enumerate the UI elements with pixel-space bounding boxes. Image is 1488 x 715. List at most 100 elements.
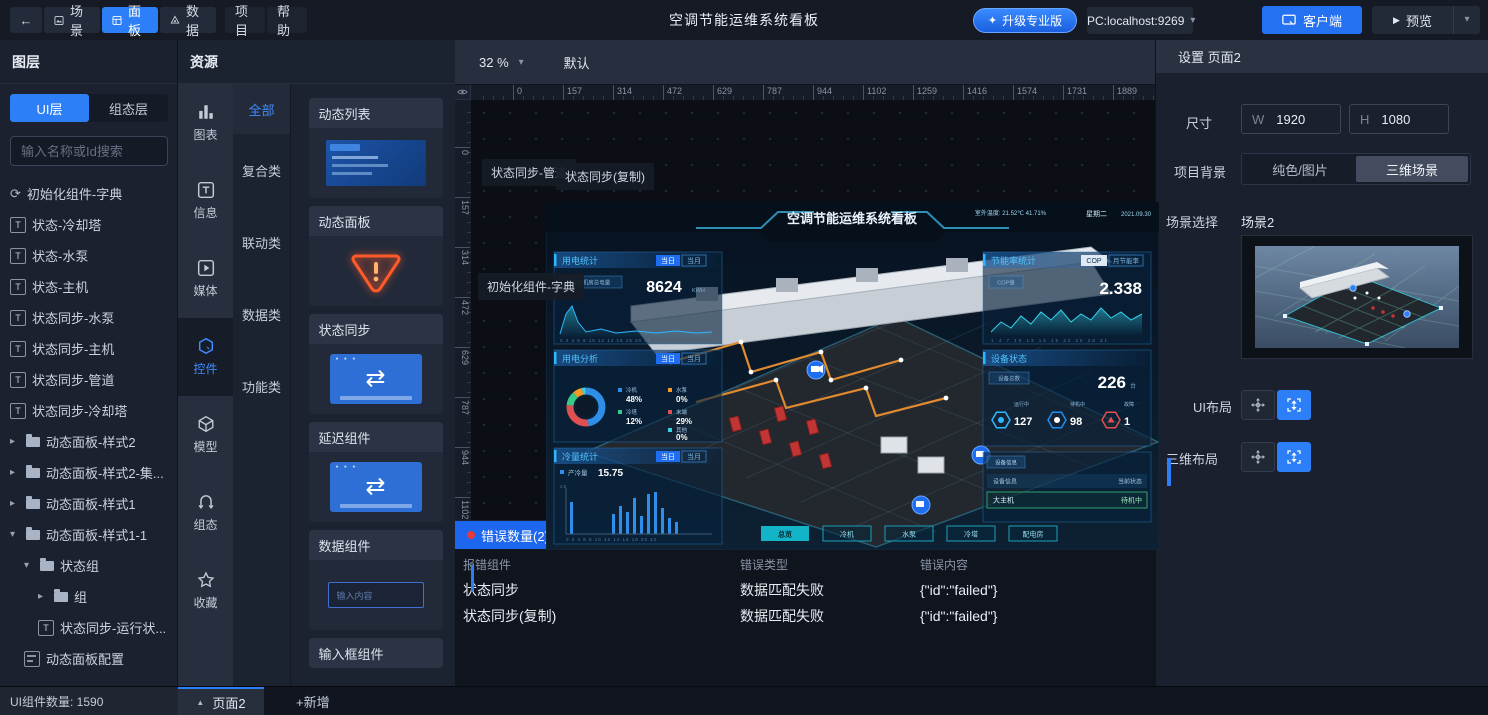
layer-item[interactable]: T状态同步-管道 <box>0 364 178 395</box>
scene-thumbnail-image <box>1255 246 1459 348</box>
layer-item[interactable]: ▾动态面板-样式1-1 <box>0 519 178 550</box>
layer-item[interactable]: T状态同步-冷却塔 <box>0 395 178 426</box>
resource-card[interactable]: 延迟组件⇄ <box>309 422 443 522</box>
height-input[interactable] <box>1379 111 1441 128</box>
debug-table-header: 报错组件 错误类型 错误内容 <box>463 553 1143 575</box>
dashboard-preview[interactable]: 空调节能运维系统看板 室外温度: 21.52℃ 41.71% 星期二 2021.… <box>546 202 1159 550</box>
rail-item-widget[interactable]: 控件 <box>178 318 233 396</box>
ruler-tick: 472 <box>455 297 470 340</box>
error-dot-icon <box>467 531 475 539</box>
rail-item-media[interactable]: 媒体 <box>178 240 233 318</box>
nav-data-button[interactable]: 数据 <box>160 7 216 33</box>
canvas-viewport[interactable]: 状态同步-管道 状态同步(复制) 初始化组件-字典 <box>471 100 1155 560</box>
ruler-tick: 0 <box>513 85 522 100</box>
add-page-button[interactable]: +新增 <box>286 687 340 715</box>
tab-config-layer[interactable]: 组态层 <box>89 94 168 122</box>
scene-thumbnail[interactable] <box>1241 235 1473 359</box>
rail-item-chart[interactable]: 图表 <box>178 84 233 162</box>
layer-list: ⟳初始化组件-字典T状态-冷却塔T状态-水泵T状态-主机T状态同步-水泵T状态同… <box>0 178 178 686</box>
layer-item[interactable]: ▸组 <box>0 581 178 612</box>
arrow-left-icon: ← <box>20 13 33 28</box>
component-chip[interactable]: 初始化组件-字典 <box>478 273 584 300</box>
ui-layout-move-button[interactable] <box>1241 390 1275 420</box>
collapse-icon[interactable]: ▲ <box>196 698 204 707</box>
layer-item-label: 动态面板-样式1 <box>46 494 136 513</box>
back-button[interactable]: ← <box>10 7 42 33</box>
scrollbar-thumb-right[interactable] <box>1167 458 1171 486</box>
svg-text:226: 226 <box>1098 373 1126 392</box>
layer-item[interactable]: ▸动态面板-样式2 <box>0 426 178 457</box>
scene-icon <box>54 14 64 27</box>
host-select[interactable]: PC:localhost:9269 ▾ <box>1087 7 1193 34</box>
rail-item-label: 信息 <box>193 204 217 221</box>
layer-item-label: 状态-主机 <box>32 277 88 296</box>
error-row[interactable]: 状态同步 数据匹配失败 {"id":"failed"} <box>463 577 1143 603</box>
chevron-right-icon[interactable]: ▸ <box>10 498 20 509</box>
bg-option-color-image[interactable]: 纯色/图片 <box>1244 156 1356 182</box>
svg-text:冷机: 冷机 <box>626 386 638 394</box>
layer-item[interactable]: ▾状态组 <box>0 550 178 581</box>
chevron-down-icon[interactable]: ▾ <box>24 560 34 571</box>
scene-nav-buttons[interactable]: 总览 冷机 水泵 冷塔 配电房 <box>761 526 1057 541</box>
scrollbar-thumb-left[interactable] <box>471 565 474 591</box>
ui-layout-label: UI布局 <box>1193 397 1232 416</box>
tab-ui-layer[interactable]: UI层 <box>10 94 89 122</box>
scene-select-value[interactable]: 场景2 <box>1241 212 1274 231</box>
bg-option-3d-scene[interactable]: 三维场景 <box>1356 156 1468 182</box>
resource-card[interactable]: 输入框组件 <box>309 638 443 668</box>
rail-item-info[interactable]: 信息 <box>178 162 233 240</box>
layer-item[interactable]: ▸动态面板-样式2-集... <box>0 457 178 488</box>
layer-item-label: 组 <box>74 587 87 606</box>
layer-item[interactable]: T状态-水泵 <box>0 240 178 271</box>
ruler-eye-toggle[interactable] <box>455 85 471 100</box>
preview-chevron-icon[interactable]: ▾ <box>1453 6 1480 34</box>
resource-card[interactable]: 动态面板 <box>309 206 443 306</box>
resource-card[interactable]: 动态列表 <box>309 98 443 198</box>
component-chip[interactable]: 状态同步(复制) <box>556 163 654 190</box>
chevron-right-icon[interactable]: ▸ <box>10 467 20 478</box>
preview-button[interactable]: ▶ 预览 ▾ <box>1372 6 1480 34</box>
width-input[interactable] <box>1274 111 1336 128</box>
menu-help[interactable]: 帮助 <box>267 7 307 33</box>
category-item[interactable]: 数据类 <box>233 278 290 350</box>
category-item[interactable]: 功能类 <box>233 350 290 422</box>
layer-item[interactable]: T状态同步-主机 <box>0 333 178 364</box>
sparkle-icon: ✦ <box>988 14 997 27</box>
chevron-right-icon[interactable]: ▸ <box>10 436 20 447</box>
resource-card[interactable]: 状态同步⇄ <box>309 314 443 414</box>
layer-item[interactable]: T状态-主机 <box>0 271 178 302</box>
rail-item-model[interactable]: 模型 <box>178 396 233 474</box>
rail-item-fav[interactable]: 收藏 <box>178 552 233 630</box>
client-button[interactable]: 客户端 <box>1262 6 1362 34</box>
category-item[interactable]: 联动类 <box>233 206 290 278</box>
zoom-select[interactable]: 32 % ▾ <box>479 55 530 70</box>
category-item[interactable]: 复合类 <box>233 134 290 206</box>
nav-scene-button[interactable]: 场景 <box>44 7 100 33</box>
chevron-down-icon[interactable]: ▾ <box>10 529 20 540</box>
layer-item[interactable]: 动态面板配置 <box>0 643 178 674</box>
chevron-right-icon[interactable]: ▸ <box>38 591 48 602</box>
page-tab[interactable]: ▲ 页面2 <box>178 687 264 715</box>
layer-item[interactable]: T状态同步-水泵 <box>0 302 178 333</box>
rail-item-config[interactable]: 组态 <box>178 474 233 552</box>
error-row[interactable]: 状态同步(复制) 数据匹配失败 {"id":"failed"} <box>463 603 1143 629</box>
layer-item[interactable]: ▸ 动态面板-样式1 <box>0 488 178 519</box>
debug-tab[interactable]: 错误数量(2) <box>455 521 561 549</box>
three-layout-move-button[interactable] <box>1241 442 1275 472</box>
resource-card-body: 输入内容 <box>309 560 443 630</box>
resource-card-title: 输入框组件 <box>309 638 443 668</box>
layer-item[interactable]: ⟳初始化组件-字典 <box>0 178 178 209</box>
nav-panel-button[interactable]: 面板 <box>102 7 158 33</box>
svg-text:48%: 48% <box>626 395 642 404</box>
category-item[interactable]: 全部 <box>233 84 290 134</box>
rail-item-label: 媒体 <box>193 282 217 299</box>
upgrade-pro-button[interactable]: ✦ 升级专业版 <box>973 8 1077 33</box>
layer-item[interactable]: T状态-冷却塔 <box>0 209 178 240</box>
layer-item[interactable]: T状态同步-运行状... <box>0 612 178 643</box>
three-layout-fit-button[interactable] <box>1277 442 1311 472</box>
menu-project[interactable]: 项目 <box>225 7 265 33</box>
layer-search-input[interactable] <box>10 136 168 166</box>
client-screen-icon <box>1282 14 1296 27</box>
resource-card[interactable]: 数据组件输入内容 <box>309 530 443 630</box>
ui-layout-fit-button[interactable] <box>1277 390 1311 420</box>
